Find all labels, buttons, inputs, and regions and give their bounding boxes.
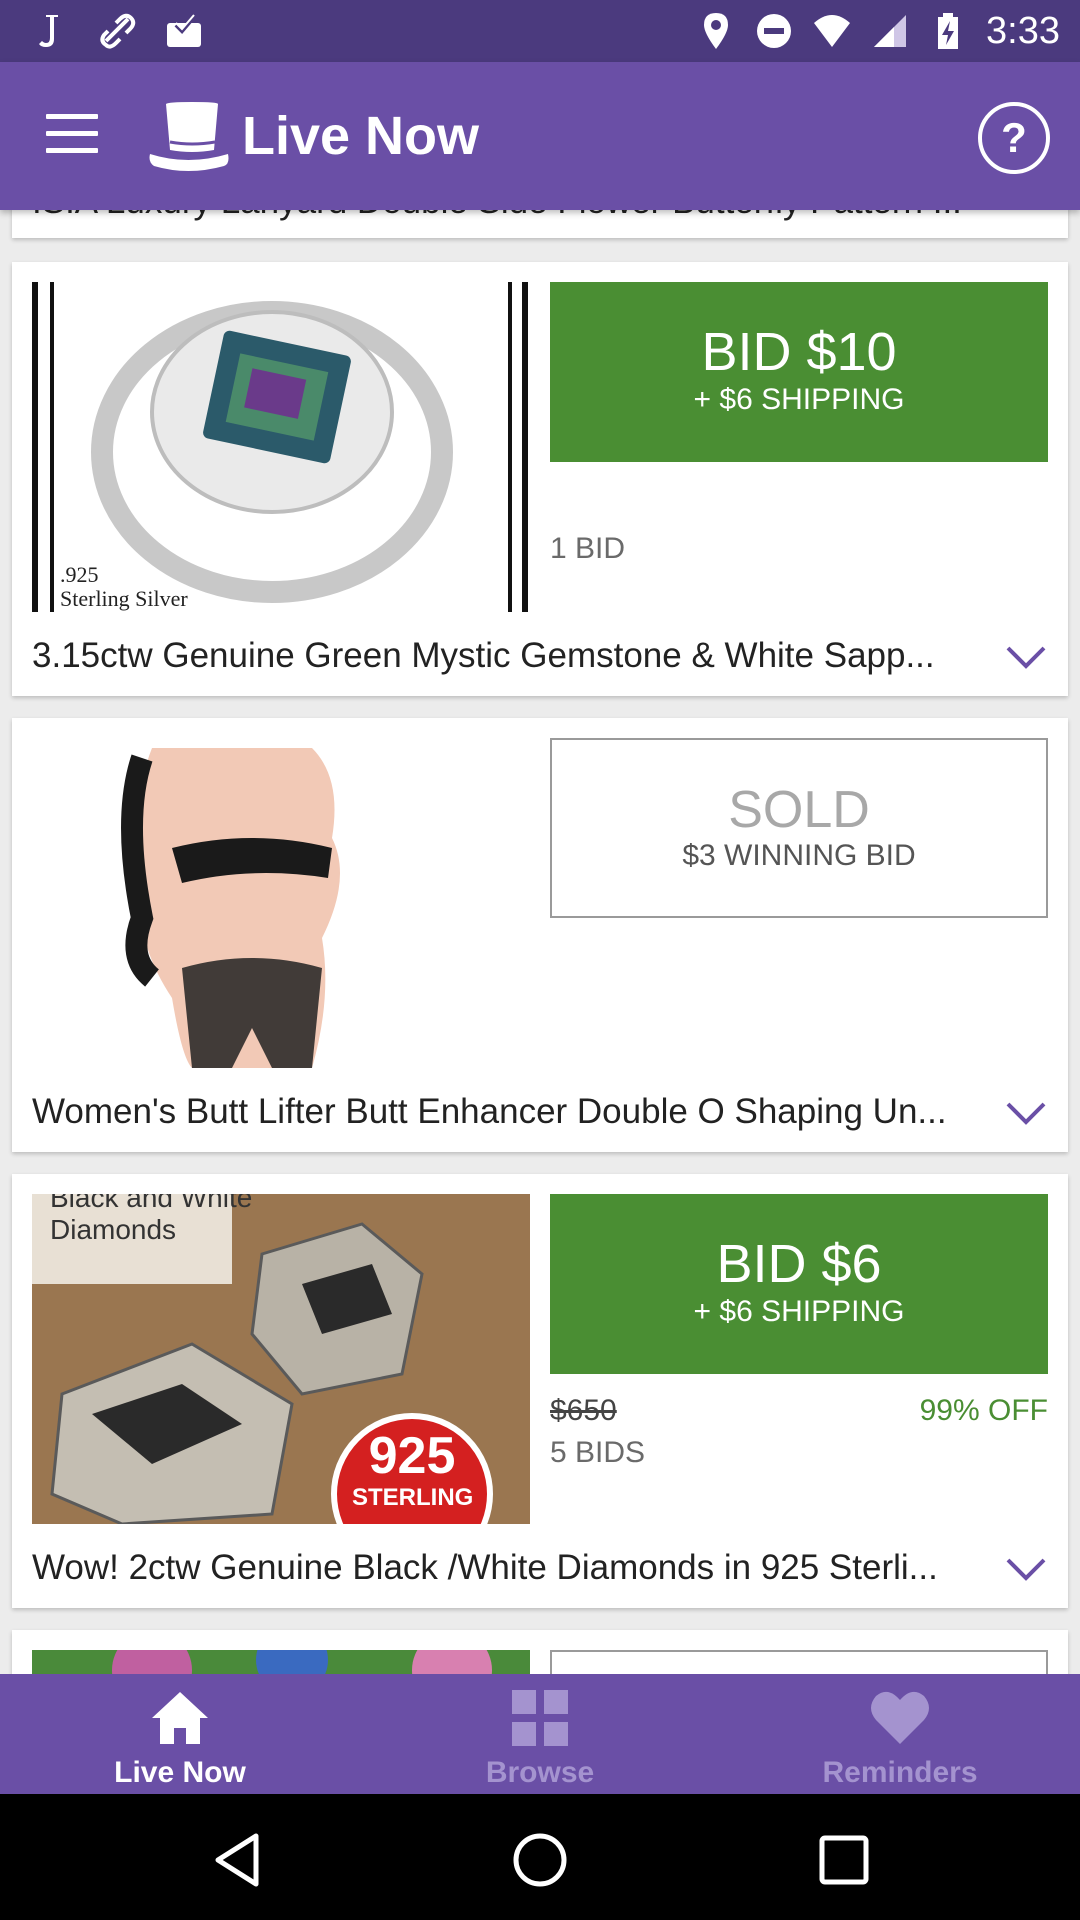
discount-label: 99% OFF xyxy=(919,1394,1048,1427)
back-icon[interactable] xyxy=(208,1830,268,1890)
page-title: Live Now xyxy=(242,106,480,166)
app-bar: Live Now ? xyxy=(0,62,1080,210)
sold-status-box: SOLD $3 WINNING BID xyxy=(550,738,1048,918)
battery-charging-icon xyxy=(938,13,959,49)
auction-card[interactable]: SOLD $3 WINNING BID Women's Butt Lifter … xyxy=(12,718,1068,1152)
sold-label: SOLD xyxy=(728,781,870,839)
home-icon xyxy=(152,1692,208,1744)
tab-label: Reminders xyxy=(822,1756,978,1789)
image-caption: Sterling Silver xyxy=(60,586,188,611)
auction-card[interactable]: ISIA Luxury Lanyard Double Side Flower B… xyxy=(12,210,1068,238)
tab-label: Browse xyxy=(485,1756,595,1789)
tab-label: Live Now xyxy=(114,1756,246,1789)
item-image[interactable]: .925 Sterling Silver xyxy=(32,282,530,612)
item-title[interactable]: 3.15ctw Genuine Green Mystic Gemstone & … xyxy=(32,636,972,676)
flower-image xyxy=(32,1650,530,1674)
original-price: $650 xyxy=(550,1394,617,1427)
tab-live-now[interactable]: Live Now xyxy=(0,1674,360,1794)
tab-browse[interactable]: Browse xyxy=(360,1674,720,1794)
image-caption: Diamonds xyxy=(50,1214,177,1245)
sterling-badge-number: 925 xyxy=(368,1427,456,1485)
grid-icon xyxy=(512,1690,568,1746)
help-button[interactable]: ? xyxy=(978,102,1050,174)
link-icon xyxy=(100,13,136,49)
j-app-icon xyxy=(39,15,58,47)
shipping-cost: + $6 SHIPPING xyxy=(693,383,905,416)
system-navigation-bar xyxy=(0,1794,1080,1920)
shipping-cost: + $6 SHIPPING xyxy=(693,1295,905,1328)
auction-card[interactable] xyxy=(12,1630,1068,1674)
recents-icon[interactable] xyxy=(814,1830,874,1890)
auction-card[interactable]: .925 Sterling Silver BID $10 + $6 SHIPPI… xyxy=(12,262,1068,696)
chevron-down-icon[interactable] xyxy=(1004,1100,1048,1128)
bid-count: 1 BID xyxy=(550,532,626,565)
item-title[interactable]: Women's Butt Lifter Butt Enhancer Double… xyxy=(32,1092,972,1132)
auction-list[interactable]: ISIA Luxury Lanyard Double Side Flower B… xyxy=(0,210,1080,1674)
inbox-check-icon xyxy=(167,14,201,47)
auction-card[interactable]: Black and White Diamonds 925 STERLING BI… xyxy=(12,1174,1068,1608)
bottom-navigation: Live Now Browse Reminders xyxy=(0,1674,1080,1794)
item-image[interactable]: Black and White Diamonds 925 STERLING xyxy=(32,1194,530,1524)
shapewear-image xyxy=(121,748,340,1068)
heart-icon xyxy=(871,1691,929,1744)
signal-icon xyxy=(874,15,907,47)
sterling-badge-text: STERLING xyxy=(352,1484,474,1511)
image-caption: .925 xyxy=(60,562,99,587)
bid-count: 5 BIDS xyxy=(550,1436,646,1469)
do-not-disturb-icon xyxy=(757,14,792,48)
menu-icon[interactable] xyxy=(46,114,98,154)
chevron-down-icon[interactable] xyxy=(1004,644,1048,672)
chevron-down-icon[interactable] xyxy=(1004,1556,1048,1584)
location-icon xyxy=(704,13,729,49)
item-image[interactable] xyxy=(32,1650,530,1674)
bid-button[interactable]: BID $6 + $6 SHIPPING xyxy=(550,1194,1048,1374)
status-box xyxy=(550,1650,1048,1674)
bid-amount: BID $10 xyxy=(701,322,897,382)
image-caption: Black and White xyxy=(50,1194,253,1213)
wifi-icon xyxy=(814,15,851,47)
item-title[interactable]: ISIA Luxury Lanyard Double Side Flower B… xyxy=(32,210,972,222)
tab-reminders[interactable]: Reminders xyxy=(720,1674,1080,1794)
bid-amount: BID $6 xyxy=(716,1234,882,1294)
bid-button[interactable]: BID $10 + $6 SHIPPING xyxy=(550,282,1048,462)
winning-bid: $3 WINNING BID xyxy=(682,839,916,872)
ring-image xyxy=(32,282,528,612)
item-image[interactable] xyxy=(32,738,530,1068)
status-bar: 3:33 xyxy=(0,0,1080,62)
home-circle-icon[interactable] xyxy=(510,1830,570,1890)
top-hat-logo-icon xyxy=(149,102,229,171)
item-title[interactable]: Wow! 2ctw Genuine Black /White Diamonds … xyxy=(32,1548,972,1588)
status-time: 3:33 xyxy=(986,9,1060,52)
chevron-down-icon[interactable] xyxy=(1004,210,1048,212)
